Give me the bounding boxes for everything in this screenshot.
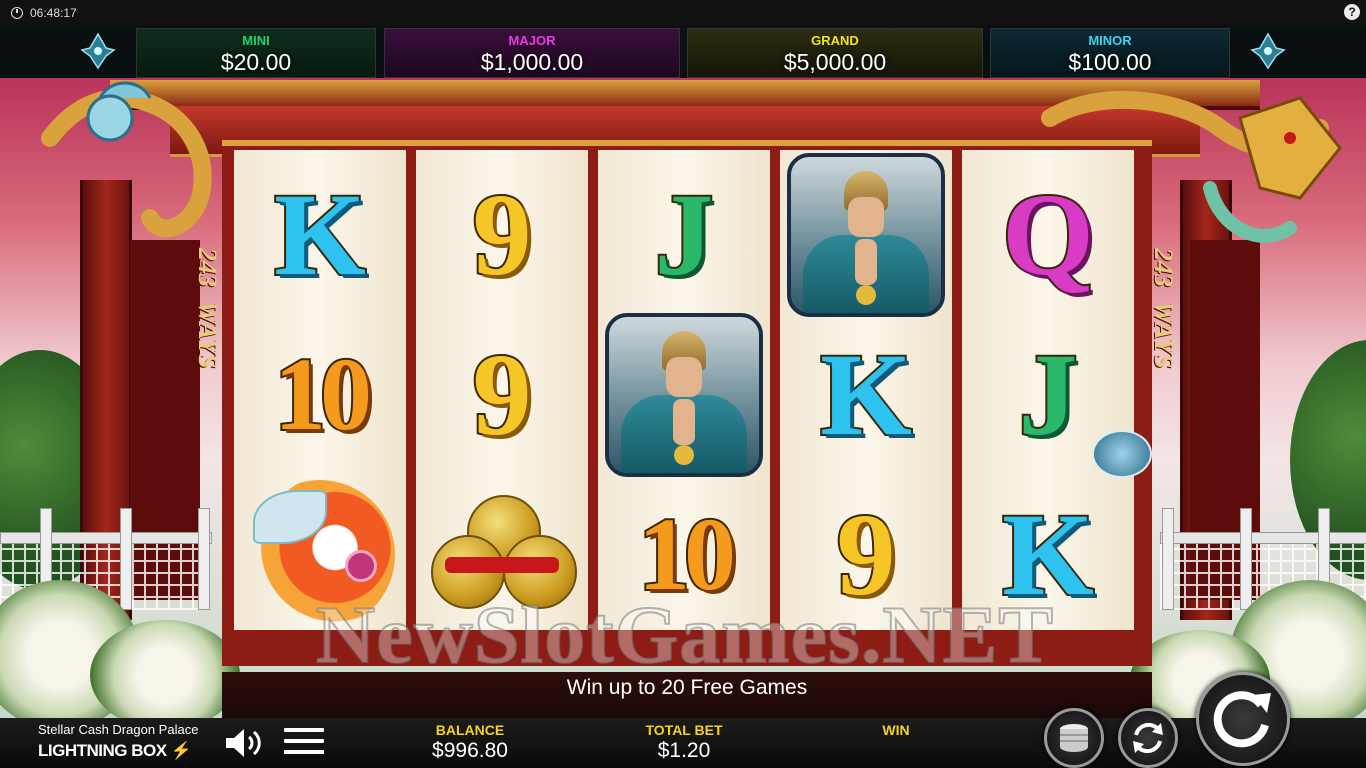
rail-post bbox=[120, 508, 132, 610]
total-bet-display: TOTAL BET $1.20 bbox=[604, 722, 764, 763]
reel-3: J 10 bbox=[598, 150, 770, 630]
bet-button[interactable] bbox=[1044, 708, 1104, 768]
balance-display: BALANCE $996.80 bbox=[390, 722, 550, 763]
reel-1: K 10 bbox=[234, 150, 406, 630]
dragon-left-icon bbox=[41, 81, 212, 238]
jackpot-mini-label: MINI bbox=[242, 33, 270, 48]
reel-2: 9 9 bbox=[416, 150, 588, 630]
spin-icon bbox=[1213, 691, 1271, 748]
balance-value: $996.80 bbox=[432, 739, 508, 762]
ship-icon bbox=[80, 32, 116, 70]
warrior-icon bbox=[780, 153, 952, 317]
rail-right bbox=[1160, 532, 1366, 544]
rail-left bbox=[0, 532, 212, 544]
jackpot-bar: MINI $20.00 MAJOR $1,000.00 GRAND $5,000… bbox=[0, 26, 1366, 78]
clock-icon bbox=[11, 7, 23, 19]
help-icon[interactable]: ? bbox=[1344, 4, 1360, 20]
symbol-k: K bbox=[818, 329, 914, 460]
lightning-icon: ⚡ bbox=[166, 741, 192, 760]
clock-time: 06:48:17 bbox=[30, 6, 77, 20]
game-screen: 06:48:17 ? MINI $20.00 MAJOR $1,000.00 G… bbox=[0, 0, 1366, 768]
total-bet-value: $1.20 bbox=[657, 739, 711, 762]
brand-logo: LIGHTNING BOX ⚡ bbox=[38, 741, 192, 760]
jackpot-minor: MINOR $100.00 bbox=[990, 28, 1230, 78]
spin-button[interactable] bbox=[1196, 672, 1290, 766]
promo-text: Win up to 20 Free Games bbox=[566, 676, 808, 699]
reel-4: K 9 bbox=[780, 150, 952, 630]
ship-icon bbox=[1250, 32, 1286, 70]
jackpot-major-label: MAJOR bbox=[508, 33, 556, 48]
balance-label: BALANCE bbox=[435, 722, 505, 738]
game-name: Stellar Cash Dragon Palace bbox=[38, 722, 199, 737]
sound-icon[interactable] bbox=[224, 726, 264, 760]
autoplay-button[interactable] bbox=[1118, 708, 1178, 768]
jackpot-major-value: $1,000.00 bbox=[480, 49, 584, 75]
status-bar: 06:48:17 ? bbox=[0, 0, 1366, 26]
jackpot-grand-value: $5,000.00 bbox=[783, 49, 887, 75]
autoplay-icon bbox=[1133, 722, 1163, 754]
watermark: NewSlotGames.NET bbox=[315, 588, 1055, 681]
symbol-k: K bbox=[272, 169, 368, 300]
symbol-9: 9 bbox=[471, 329, 534, 460]
dragon-right-icon bbox=[1041, 90, 1342, 243]
jackpot-grand: GRAND $5,000.00 bbox=[687, 28, 983, 78]
jackpot-minor-value: $100.00 bbox=[1068, 49, 1152, 75]
jackpot-major: MAJOR $1,000.00 bbox=[384, 28, 680, 78]
symbol-10: 10 bbox=[272, 337, 374, 452]
win-label: WIN bbox=[882, 722, 910, 738]
jackpot-grand-label: GRAND bbox=[811, 33, 859, 48]
symbol-j: J bbox=[653, 169, 716, 300]
win-display: WIN bbox=[816, 722, 976, 739]
jackpot-mini: MINI $20.00 bbox=[136, 28, 376, 78]
ways-label-right: 243 WAYS bbox=[1149, 248, 1178, 369]
rail-post bbox=[1240, 508, 1252, 610]
symbol-9: 9 bbox=[471, 169, 534, 300]
ship-icon bbox=[1092, 430, 1152, 478]
ways-label-left: 243 WAYS bbox=[193, 248, 222, 369]
jackpot-mini-value: $20.00 bbox=[220, 49, 292, 75]
menu-icon[interactable] bbox=[284, 728, 324, 758]
warrior-icon bbox=[598, 313, 770, 477]
jackpot-minor-label: MINOR bbox=[1088, 33, 1132, 48]
total-bet-label: TOTAL BET bbox=[645, 722, 723, 738]
coin-stack-icon bbox=[1060, 724, 1088, 752]
